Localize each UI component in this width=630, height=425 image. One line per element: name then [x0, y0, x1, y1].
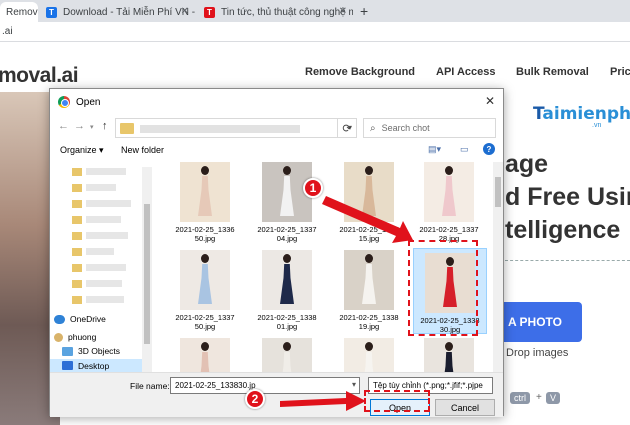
step-2-badge: 2 [245, 389, 265, 409]
annotation-arrows [280, 196, 413, 411]
arrow-1-icon [322, 196, 413, 243]
arrow-2-icon [280, 391, 366, 411]
step-1-badge: 1 [303, 178, 323, 198]
